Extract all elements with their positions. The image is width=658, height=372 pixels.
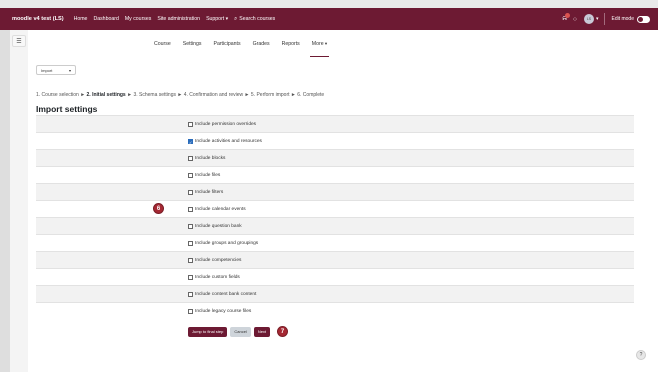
setting-label: Include activities and resources: [195, 138, 262, 144]
checkbox-groups-and-groupings[interactable]: [188, 240, 193, 246]
tab-reports[interactable]: Reports: [280, 31, 302, 57]
setting-label: Include files: [195, 172, 221, 178]
chat-icon[interactable]: ○: [573, 16, 577, 23]
checkbox-permission-overrides[interactable]: [188, 121, 193, 127]
browser-top-strip: [0, 0, 658, 8]
nav-home[interactable]: Home: [74, 16, 88, 22]
nav-my-courses[interactable]: My courses: [125, 16, 152, 22]
nav-dashboard[interactable]: Dashboard: [93, 16, 118, 22]
main-content: Course Settings Participants Grades Repo…: [28, 30, 658, 372]
checkbox-activities-and-resources[interactable]: ✓: [188, 138, 193, 145]
edit-mode-toggle[interactable]: [637, 15, 650, 23]
setting-label: Include groups and groupings: [195, 240, 259, 246]
import-steps-breadcrumb: 1. Course selection ► 2. Initial setting…: [36, 92, 324, 98]
checkbox-files[interactable]: [188, 172, 193, 178]
jump-to-final-step-button[interactable]: Jump to final step: [188, 326, 228, 337]
step-course-selection: 1. Course selection ►: [36, 92, 86, 98]
drawer-toggle-button[interactable]: ☰: [12, 35, 26, 47]
setting-row: Include calendar events: [36, 200, 634, 217]
setting-row: Include content bank content: [36, 285, 634, 302]
form-buttons: Jump to final step Cancel Next 7: [188, 326, 289, 337]
setting-label: Include content bank content: [195, 291, 257, 297]
setting-row: Include files: [36, 166, 634, 183]
nav-support[interactable]: Support: [206, 16, 228, 22]
setting-row: Include competencies: [36, 251, 634, 268]
setting-label: Include custom fields: [195, 274, 240, 280]
chevron-down-icon: ▾: [68, 67, 71, 73]
import-select[interactable]: Import ▾: [36, 65, 76, 75]
setting-row: Include question bank: [36, 217, 634, 234]
setting-label: Include blocks: [195, 155, 226, 161]
step-initial-settings: 2. Initial settings: [86, 92, 126, 98]
navbar-divider: [604, 13, 606, 25]
checkbox-blocks[interactable]: [188, 155, 193, 161]
tab-course[interactable]: Course: [152, 31, 173, 57]
tab-settings[interactable]: Settings: [181, 31, 204, 57]
nav-search-courses[interactable]: Search courses: [239, 16, 275, 22]
tab-participants[interactable]: Participants: [211, 31, 242, 57]
setting-row: Include blocks: [36, 149, 634, 166]
left-drawer-strip: [0, 30, 10, 372]
chevron-down-icon[interactable]: ▾: [596, 16, 599, 22]
next-button[interactable]: Next: [253, 326, 271, 337]
checkbox-legacy-course-files[interactable]: [188, 308, 193, 314]
secondary-nav: Course Settings Participants Grades Repo…: [148, 30, 333, 58]
setting-row: Include permission overrides: [36, 115, 634, 132]
setting-row: ✓ Include activities and resources: [36, 132, 634, 149]
import-select-value: Import: [41, 67, 53, 73]
setting-row: Include groups and groupings: [36, 234, 634, 251]
checkbox-filters[interactable]: [188, 189, 193, 195]
setting-label: Include permission overrides: [195, 121, 257, 127]
setting-label: Include competencies: [195, 257, 242, 263]
settings-list: Include permission overrides ✓ Include ac…: [36, 115, 634, 319]
checkbox-custom-fields[interactable]: [188, 274, 193, 280]
nav-site-administration[interactable]: Site administration: [157, 16, 200, 22]
search-icon[interactable]: ⌕: [234, 16, 237, 23]
edit-mode-label: Edit mode: [611, 16, 634, 22]
avatar[interactable]: LS: [583, 14, 594, 24]
setting-label: Include legacy course files: [195, 308, 252, 314]
checkbox-content-bank-content[interactable]: [188, 291, 193, 297]
setting-label: Include question bank: [195, 223, 242, 229]
checkbox-competencies[interactable]: [188, 257, 193, 263]
top-navbar: moodle v4 test (LS) Home Dashboard My co…: [0, 8, 658, 30]
page-title: Import settings: [36, 104, 98, 114]
steps-remaining: ► 3. Schema settings ► 4. Confirmation a…: [127, 92, 325, 98]
help-button[interactable]: ?: [636, 350, 646, 360]
navbar-right: ⍾ ○ LS ▾ Edit mode: [562, 8, 650, 30]
setting-row: Include legacy course files: [36, 302, 634, 319]
setting-row: Include custom fields: [36, 268, 634, 285]
step-marker-7: 7: [277, 326, 289, 337]
checkbox-question-bank[interactable]: [188, 223, 193, 229]
bell-icon[interactable]: ⍾: [562, 13, 571, 23]
tab-grades[interactable]: Grades: [251, 31, 272, 57]
cancel-button[interactable]: Cancel: [230, 326, 251, 337]
checkbox-calendar-events[interactable]: [188, 206, 193, 212]
step-marker-6: 6: [153, 203, 164, 214]
tab-more[interactable]: More: [309, 31, 330, 57]
setting-label: Include filters: [195, 189, 224, 195]
setting-label: Include calendar events: [195, 206, 246, 212]
setting-row: Include filters: [36, 183, 634, 200]
site-brand[interactable]: moodle v4 test (LS): [12, 16, 64, 22]
notification-badge: [565, 13, 571, 18]
